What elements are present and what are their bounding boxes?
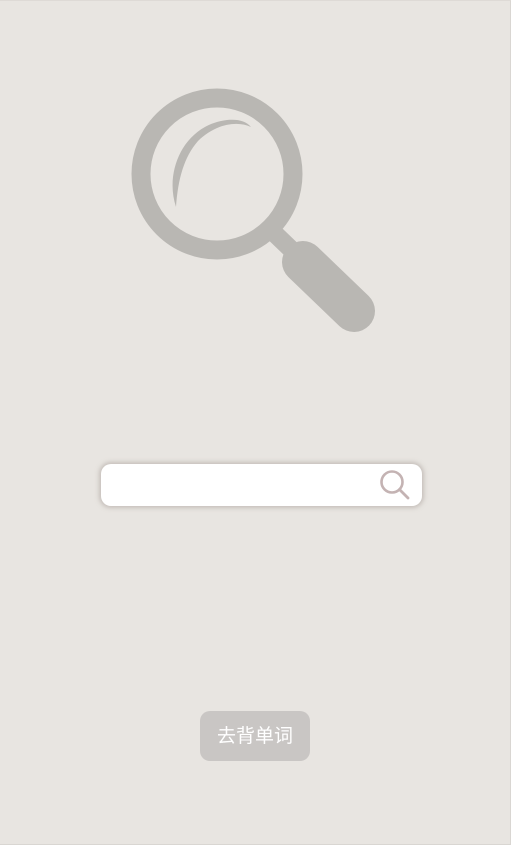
search-bar — [101, 464, 422, 506]
search-button[interactable] — [378, 468, 412, 502]
app-screen: 去背单词 — [0, 0, 511, 845]
search-input[interactable] — [115, 469, 378, 501]
start-vocabulary-button[interactable]: 去背单词 — [200, 711, 310, 761]
search-icon — [380, 470, 410, 500]
magnifier-icon — [131, 88, 375, 332]
